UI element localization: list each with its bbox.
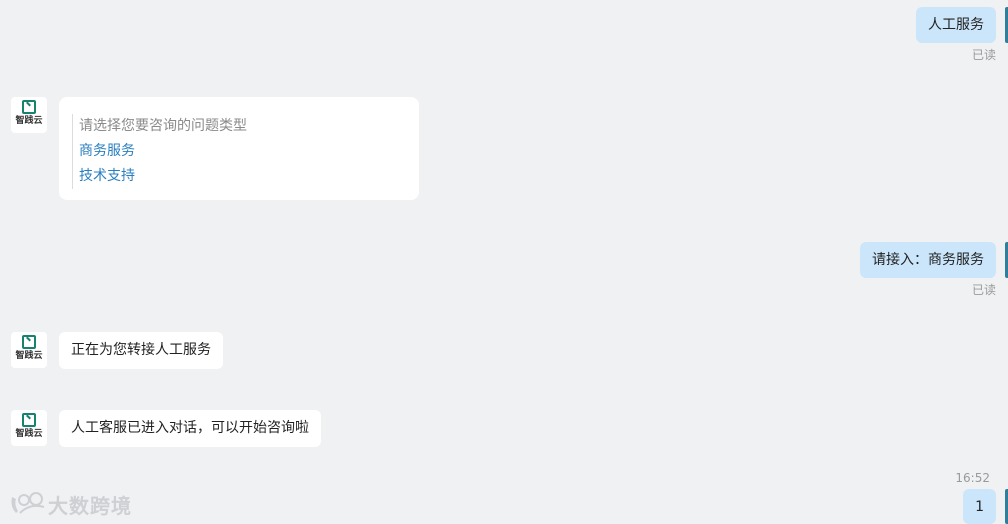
logo-icon [22,413,36,427]
menu-prompt: 请选择您要咨询的问题类型 [79,118,247,134]
user-message-bubble: 人工服务 [916,7,996,43]
watermark-logo-icon [8,491,48,519]
option-tech-support[interactable]: 技术支持 [79,164,247,189]
logo-icon [22,100,36,114]
watermark: 大数跨境 [8,490,132,519]
avatar-brand-text: 智践云 [15,351,43,361]
watermark-text: 大数跨境 [48,494,132,518]
read-status: 已读 [971,48,996,62]
option-business-service[interactable]: 商务服务 [79,139,247,164]
avatar-brand-text: 智践云 [15,116,43,126]
chat-window: 人工服务 已读 智践云 请选择您要咨询的问题类型 商务服务 技术支持 请接入：商… [0,0,1008,524]
bot-avatar: 智践云 [11,97,47,133]
user-message-text: 请接入：商务服务 [872,252,984,268]
user-message-bubble: 请接入：商务服务 [860,242,996,278]
user-message-text: 人工服务 [928,17,984,33]
read-status: 已读 [971,283,996,297]
bot-message-text: 正在为您转接人工服务 [71,342,211,358]
bot-avatar: 智践云 [11,410,47,446]
bot-avatar: 智践云 [11,332,47,368]
user-message-bubble: 1 [963,489,996,524]
avatar-brand-text: 智践云 [15,429,43,439]
message-timestamp: 16:52 [955,471,990,485]
bot-message-text: 人工客服已进入对话，可以开始咨询啦 [71,420,309,436]
bot-message-bubble: 人工客服已进入对话，可以开始咨询啦 [59,410,321,447]
user-message-text: 1 [975,499,984,515]
menu-options-list: 请选择您要咨询的问题类型 商务服务 技术支持 [72,114,247,189]
question-type-menu: 请选择您要咨询的问题类型 商务服务 技术支持 [59,97,419,200]
bot-message-bubble: 正在为您转接人工服务 [59,332,223,369]
logo-icon [22,335,36,349]
